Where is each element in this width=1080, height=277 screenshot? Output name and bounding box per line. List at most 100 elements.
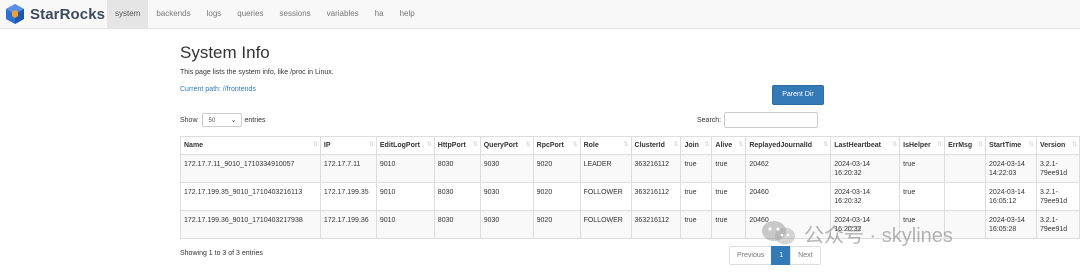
table-cell: 172.17.199.36 xyxy=(319,210,377,239)
table-cell: true xyxy=(711,154,747,183)
table-cell: true xyxy=(899,154,946,183)
sort-icon: ⇅ xyxy=(572,142,578,148)
wechat-icon xyxy=(762,221,795,245)
nav-item-queries[interactable]: queries xyxy=(229,0,271,28)
table-cell: 9020 xyxy=(532,182,581,211)
column-header-label: Role xyxy=(583,142,599,149)
next-page-button[interactable]: Next xyxy=(790,246,821,265)
table-cell: 2024-03-14 16:05:28 xyxy=(985,210,1037,239)
show-label: Show xyxy=(180,116,198,124)
table-cell: 172.17.199.35_9010_1710403216113 xyxy=(180,182,321,211)
column-header-replayedjournalid[interactable]: ReplayedJournalId ⇅ xyxy=(745,136,832,155)
sort-icon: ⇅ xyxy=(426,142,432,148)
previous-page-button[interactable]: Previous xyxy=(729,246,773,265)
column-header-lastheartbeat[interactable]: LastHeartbeat ⇅ xyxy=(830,136,901,155)
table-cell: 9030 xyxy=(479,182,534,211)
table-cell: 2024-03-14 14:22:03 xyxy=(985,154,1037,183)
brand-name: StarRocks xyxy=(30,5,106,23)
column-header-version[interactable]: Version ⇅ xyxy=(1035,136,1080,155)
current-path-link[interactable]: Current path: //frontends xyxy=(180,86,256,93)
brand[interactable]: StarRocks xyxy=(4,2,105,26)
search-input[interactable] xyxy=(724,112,819,128)
table-cell: true xyxy=(680,210,713,239)
sort-icon: ⇅ xyxy=(823,142,829,148)
column-header-queryport[interactable]: QueryPort ⇅ xyxy=(479,136,534,155)
nav-item-variables[interactable]: variables xyxy=(319,0,367,28)
column-header-alive[interactable]: Alive ⇅ xyxy=(711,136,747,155)
table-cell: 9030 xyxy=(479,210,534,239)
parent-dir-button[interactable]: Parent Dir xyxy=(772,85,824,105)
column-header-label: Version xyxy=(1039,142,1066,149)
column-header-editlogport[interactable]: EditLogPort ⇅ xyxy=(375,136,435,155)
table-cell: 363216112 xyxy=(630,210,682,239)
column-header-starttime[interactable]: StartTime ⇅ xyxy=(985,136,1037,155)
column-header-clusterid[interactable]: ClusterId ⇅ xyxy=(630,136,682,155)
column-header-errmsg[interactable]: ErrMsg ⇅ xyxy=(944,136,987,155)
table-cell: true xyxy=(680,154,713,183)
table-cell: 9010 xyxy=(375,154,435,183)
entries-length-control: Show 50 ⌄ entries xyxy=(180,113,266,127)
watermark: 公众号 · skylines xyxy=(760,218,953,248)
column-header-role[interactable]: Role ⇅ xyxy=(579,136,632,155)
sort-icon: ⇅ xyxy=(312,142,318,148)
page-description: This page lists the system info, like /p… xyxy=(180,69,334,76)
column-header-rpcport[interactable]: RpcPort ⇅ xyxy=(532,136,581,155)
column-header-label: StartTime xyxy=(989,142,1022,149)
entries-select-value: 50 xyxy=(208,118,216,124)
table-header-row: Name ⇅ IP ⇅ EditLogPort ⇅ HttpPort ⇅ QueryPort ⇅ R… xyxy=(180,136,1080,155)
column-header-label: HttpPort xyxy=(437,142,466,149)
table-cell: 3.2.1-79ee91d xyxy=(1035,210,1080,239)
table-cell: 363216112 xyxy=(630,154,682,183)
sort-icon: ⇅ xyxy=(623,142,629,148)
table-cell: 172.17.199.36_9010_1710403217938 xyxy=(180,210,321,239)
table-cell: true xyxy=(711,210,747,239)
column-header-ishelper[interactable]: IsHelper ⇅ xyxy=(899,136,946,155)
nav-item-backends[interactable]: backends xyxy=(148,0,198,28)
column-header-label: IP xyxy=(323,142,331,149)
column-header-label: Name xyxy=(184,142,204,149)
column-header-httpport[interactable]: HttpPort ⇅ xyxy=(433,136,481,155)
column-header-label: Alive xyxy=(715,142,733,149)
nav-item-ha[interactable]: ha xyxy=(367,0,392,28)
nav-item-help[interactable]: help xyxy=(392,0,423,28)
column-header-ip[interactable]: IP ⇅ xyxy=(319,136,377,155)
column-header-label: IsHelper xyxy=(903,142,931,149)
column-header-label: RpcPort xyxy=(536,142,564,149)
table-cell: FOLLOWER xyxy=(579,210,632,239)
column-header-label: ErrMsg xyxy=(948,142,973,149)
table-cell: 20460 xyxy=(745,182,832,211)
table-cell: true xyxy=(899,182,946,211)
sort-icon: ⇅ xyxy=(978,142,984,148)
table-cell: 20462 xyxy=(745,154,832,183)
table-cell: 172.17.7.11 xyxy=(319,154,377,183)
watermark-text: 公众号 · skylines xyxy=(804,224,953,247)
column-header-label: Join xyxy=(684,142,699,149)
pagination: Previous 1 Next xyxy=(729,246,821,265)
table-cell: true xyxy=(711,182,747,211)
nav-item-system[interactable]: system xyxy=(107,0,149,28)
column-header-label: EditLogPort xyxy=(379,142,420,149)
top-navbar: StarRocks system backends logs queries sessi… xyxy=(0,0,1080,29)
entries-select[interactable]: 50 ⌄ xyxy=(201,113,242,127)
page-1-button[interactable]: 1 xyxy=(771,246,792,265)
nav-item-sessions[interactable]: sessions xyxy=(272,0,319,28)
sort-icon: ⇅ xyxy=(368,142,374,148)
column-header-join[interactable]: Join ⇅ xyxy=(680,136,713,155)
table-cell: FOLLOWER xyxy=(579,182,632,211)
column-header-label: ClusterId xyxy=(634,142,665,149)
sort-icon: ⇅ xyxy=(738,142,744,148)
sort-icon: ⇅ xyxy=(1071,142,1077,148)
nav-item-logs[interactable]: logs xyxy=(199,0,230,28)
table-cell: 8030 xyxy=(433,154,481,183)
sort-icon: ⇅ xyxy=(704,142,710,148)
sort-icon: ⇅ xyxy=(1028,142,1034,148)
column-header-label: QueryPort xyxy=(483,142,518,149)
table-cell: LEADER xyxy=(579,154,632,183)
table-cell: 9010 xyxy=(375,210,435,239)
column-header-name[interactable]: Name ⇅ xyxy=(180,136,321,155)
sort-icon: ⇅ xyxy=(937,142,943,148)
table-cell: 3.2.1-79ee91d xyxy=(1035,154,1080,183)
table-cell xyxy=(944,182,987,211)
table-cell: true xyxy=(680,182,713,211)
table-cell: 2024-03-14 16:20:32 xyxy=(830,182,901,211)
